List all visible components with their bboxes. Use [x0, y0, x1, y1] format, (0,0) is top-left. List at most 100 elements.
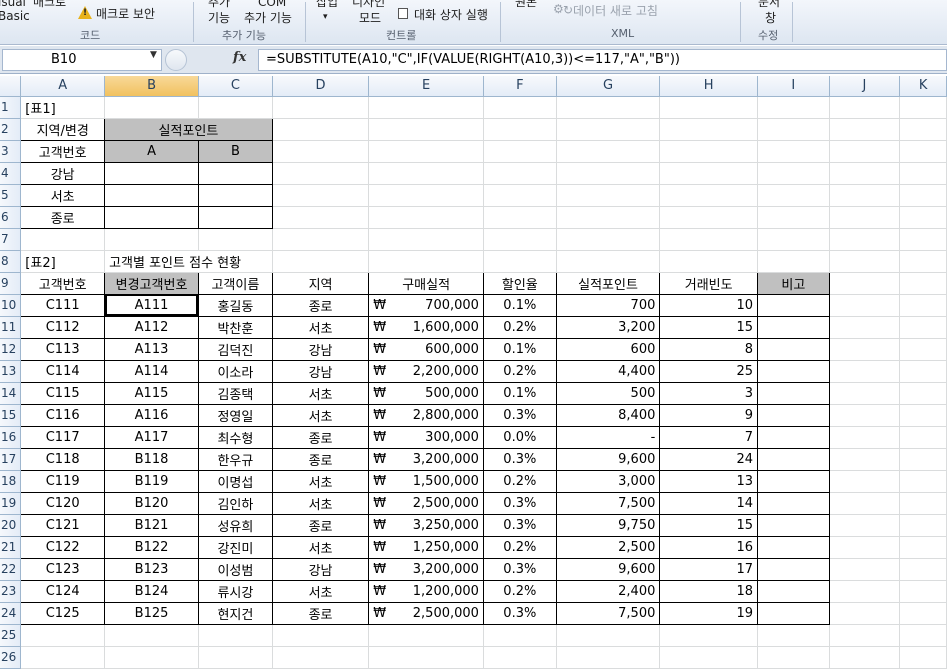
- column-header-g[interactable]: G: [556, 76, 661, 97]
- design-mode-button-line2[interactable]: 모드: [359, 11, 381, 25]
- table1-header-points[interactable]: 실적포인트: [104, 117, 273, 141]
- header-customer-no[interactable]: 고객번호: [20, 271, 106, 295]
- discount-rate-cell[interactable]: 0.1%: [482, 381, 557, 405]
- cell[interactable]: [829, 470, 901, 493]
- customer-no-cell[interactable]: C115: [20, 381, 106, 405]
- region-cell[interactable]: 종로: [271, 447, 370, 471]
- cell[interactable]: [899, 184, 947, 207]
- note-cell[interactable]: [757, 535, 830, 559]
- customer-name-cell[interactable]: 성유희: [197, 513, 273, 537]
- region-cell[interactable]: 강남: [271, 557, 370, 581]
- chevron-down-icon[interactable]: ▼: [150, 50, 157, 60]
- table2-subtitle[interactable]: 고객별 포인트 점수 현황: [104, 250, 273, 273]
- points-cell[interactable]: 600: [555, 337, 661, 361]
- row-header[interactable]: 10: [0, 294, 22, 317]
- cell[interactable]: [272, 140, 370, 163]
- points-cell[interactable]: 9,750: [555, 513, 661, 537]
- row-header[interactable]: 19: [0, 492, 22, 515]
- cell[interactable]: [757, 206, 830, 229]
- cell[interactable]: [899, 404, 947, 427]
- cell[interactable]: [829, 162, 901, 185]
- row-header[interactable]: 5: [0, 184, 22, 207]
- sales-cell[interactable]: ₩3,200,000: [368, 557, 484, 581]
- region-cell[interactable]: 강남: [271, 337, 370, 361]
- row-header[interactable]: 22: [0, 558, 22, 581]
- new-customer-no-cell[interactable]: A112: [104, 315, 199, 339]
- cell[interactable]: [757, 624, 830, 647]
- header-discount-rate[interactable]: 할인율: [482, 271, 557, 295]
- customer-name-cell[interactable]: 홍길동: [197, 293, 273, 317]
- cell[interactable]: [899, 228, 947, 251]
- cell[interactable]: [829, 316, 901, 339]
- cell[interactable]: [368, 140, 484, 163]
- refresh-data-button[interactable]: 데이터 새로 고침: [573, 4, 658, 18]
- customer-name-cell[interactable]: 박찬훈: [197, 315, 273, 339]
- column-header-k[interactable]: K: [899, 76, 947, 97]
- points-cell[interactable]: 7,500: [555, 601, 661, 625]
- new-customer-no-cell[interactable]: A115: [104, 381, 199, 405]
- cell[interactable]: [899, 140, 947, 163]
- note-cell[interactable]: [757, 447, 830, 471]
- cell[interactable]: [899, 294, 947, 317]
- row-header[interactable]: 21: [0, 536, 22, 559]
- cell[interactable]: [829, 558, 901, 581]
- frequency-cell[interactable]: 16: [659, 535, 759, 559]
- cell[interactable]: [483, 250, 557, 273]
- frequency-cell[interactable]: 18: [659, 579, 759, 603]
- row-header[interactable]: 2: [0, 118, 22, 141]
- cell[interactable]: [757, 228, 830, 251]
- customer-name-cell[interactable]: 김덕진: [197, 337, 273, 361]
- cell[interactable]: [899, 426, 947, 449]
- frequency-cell[interactable]: 8: [659, 337, 759, 361]
- cell[interactable]: [899, 470, 947, 493]
- customer-name-cell[interactable]: 정영일: [197, 403, 273, 427]
- table1-header-a[interactable]: A: [104, 139, 199, 163]
- visual-basic-button-line2[interactable]: Basic: [0, 9, 30, 23]
- customer-no-cell[interactable]: C114: [20, 359, 106, 383]
- discount-rate-cell[interactable]: 0.3%: [482, 601, 557, 625]
- new-customer-no-cell[interactable]: B125: [104, 601, 199, 625]
- column-header-j[interactable]: J: [829, 76, 901, 97]
- note-cell[interactable]: [757, 337, 830, 361]
- cell[interactable]: [829, 272, 901, 295]
- formula-input[interactable]: =SUBSTITUTE(A10,"C",IF(VALUE(RIGHT(A10,3…: [258, 49, 947, 71]
- cell[interactable]: [483, 118, 557, 141]
- cell[interactable]: [556, 140, 661, 163]
- cell[interactable]: [829, 602, 901, 625]
- cell[interactable]: [368, 250, 484, 273]
- cell[interactable]: [556, 250, 661, 273]
- table1-cell-a[interactable]: [104, 183, 199, 207]
- cell[interactable]: [829, 96, 901, 119]
- cell[interactable]: [899, 382, 947, 405]
- table1-cell-b[interactable]: [197, 205, 273, 229]
- cell[interactable]: [899, 558, 947, 581]
- points-cell[interactable]: 7,500: [555, 491, 661, 515]
- new-customer-no-cell[interactable]: A114: [104, 359, 199, 383]
- cell[interactable]: [368, 206, 484, 229]
- cell[interactable]: [659, 206, 759, 229]
- discount-rate-cell[interactable]: 0.3%: [482, 491, 557, 515]
- column-header-c[interactable]: C: [198, 76, 273, 97]
- frequency-cell[interactable]: 25: [659, 359, 759, 383]
- points-cell[interactable]: 8,400: [555, 403, 661, 427]
- row-header[interactable]: 6: [0, 206, 22, 229]
- customer-no-cell[interactable]: C112: [20, 315, 106, 339]
- customer-name-cell[interactable]: 이소라: [197, 359, 273, 383]
- cell[interactable]: [368, 646, 484, 669]
- cell[interactable]: [556, 228, 661, 251]
- column-header-d[interactable]: D: [272, 76, 370, 97]
- points-cell[interactable]: -: [555, 425, 661, 449]
- cell[interactable]: [899, 272, 947, 295]
- discount-rate-cell[interactable]: 0.2%: [482, 535, 557, 559]
- customer-no-cell[interactable]: C111: [20, 293, 106, 317]
- row-header[interactable]: 17: [0, 448, 22, 471]
- customer-no-cell[interactable]: C120: [20, 491, 106, 515]
- cell[interactable]: [899, 514, 947, 537]
- sales-cell[interactable]: ₩3,250,000: [368, 513, 484, 537]
- customer-no-cell[interactable]: C125: [20, 601, 106, 625]
- region-cell[interactable]: 서초: [271, 491, 370, 515]
- new-customer-no-cell[interactable]: B124: [104, 579, 199, 603]
- com-addins-button-line2[interactable]: 추가 기능: [244, 11, 292, 25]
- table1-title[interactable]: [표1]: [20, 96, 106, 119]
- cell[interactable]: [556, 96, 661, 119]
